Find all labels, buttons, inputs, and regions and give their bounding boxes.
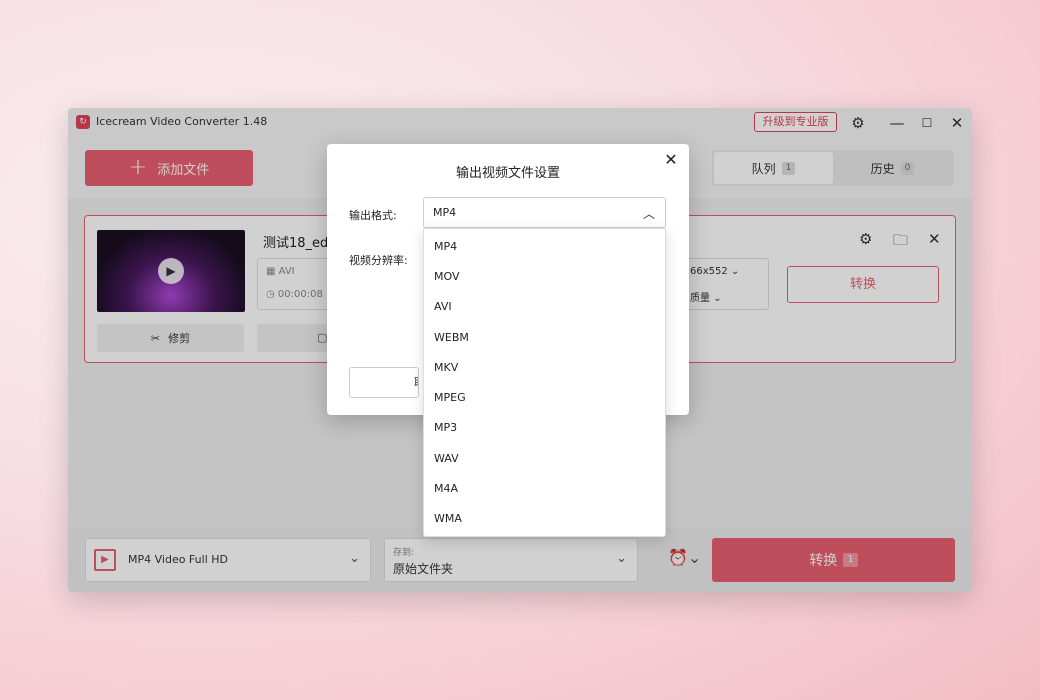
resolution-label: 视频分辨率: xyxy=(349,254,408,267)
format-option-mp3[interactable]: MP3 xyxy=(424,413,665,443)
format-select[interactable]: MP4 ︿ xyxy=(423,197,666,228)
format-option-webm[interactable]: WEBM xyxy=(424,322,665,352)
format-option-m4a[interactable]: M4A xyxy=(424,473,665,503)
format-option-wav[interactable]: WAV xyxy=(424,443,665,473)
format-option-avi[interactable]: AVI xyxy=(424,292,665,322)
format-select-value: MP4 xyxy=(433,206,457,219)
format-option-mkv[interactable]: MKV xyxy=(424,352,665,382)
chevron-up-icon: ︿ xyxy=(642,207,655,221)
format-option-wma[interactable]: WMA xyxy=(424,504,665,534)
format-option-mp4[interactable]: MP4 xyxy=(424,231,665,261)
format-dropdown-list: MP4 MOV AVI WEBM MKV MPEG MP3 WAV M4A WM… xyxy=(423,228,666,537)
format-option-mov[interactable]: MOV xyxy=(424,261,665,291)
cancel-button[interactable]: 取 xyxy=(349,367,419,398)
format-option-mpeg[interactable]: MPEG xyxy=(424,382,665,412)
dialog-close-icon[interactable]: ✕ xyxy=(661,150,681,170)
format-label: 输出格式: xyxy=(349,209,397,222)
dialog-title: 输出视频文件设置 xyxy=(455,166,560,181)
